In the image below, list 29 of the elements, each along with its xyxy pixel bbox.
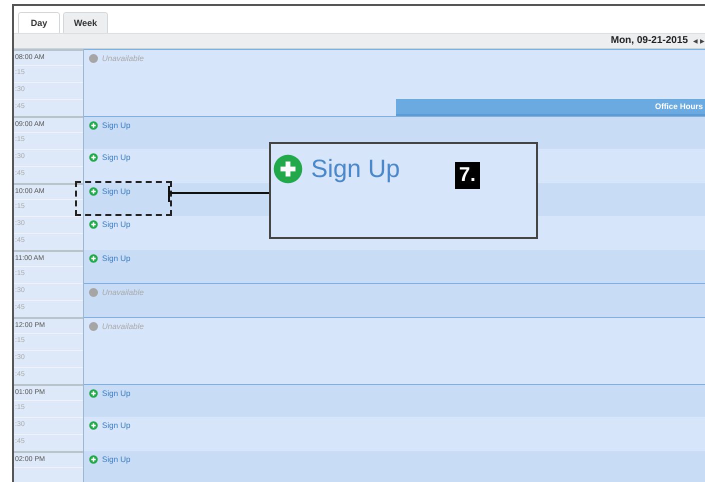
sign-up-link[interactable]: Sign Up xyxy=(102,186,130,196)
add-icon xyxy=(89,220,98,229)
sign-up-link[interactable]: Sign Up xyxy=(102,120,130,130)
add-icon xyxy=(89,153,98,162)
office-hours-bar: Office Hours xyxy=(396,98,705,116)
sign-up-link[interactable]: Sign Up xyxy=(311,154,400,184)
add-icon xyxy=(89,388,98,398)
tab[interactable]: Week xyxy=(63,12,108,34)
tab[interactable]: Day xyxy=(18,12,60,34)
add-icon xyxy=(89,254,98,262)
date-label: Mon, 09-21-2015 xyxy=(610,35,688,46)
status-dot-icon xyxy=(89,54,98,62)
sign-up-link[interactable]: Sign Up xyxy=(102,153,130,162)
unavailable-label: Unavailable xyxy=(102,54,144,62)
add-icon xyxy=(273,154,303,184)
step-badge: 7. xyxy=(454,162,480,189)
unavailable-label: Unavailable xyxy=(102,322,144,330)
add-icon xyxy=(89,454,98,464)
sign-up-link[interactable]: Sign Up xyxy=(102,388,130,398)
sign-up-link[interactable]: Sign Up xyxy=(102,220,130,229)
sign-up-link[interactable]: Sign Up xyxy=(102,421,130,430)
add-icon xyxy=(89,421,98,430)
add-icon xyxy=(89,186,98,196)
status-dot-icon xyxy=(89,322,98,330)
status-dot-icon xyxy=(89,288,98,297)
sign-up-link[interactable]: Sign Up xyxy=(102,454,130,464)
unavailable-label: Unavailable xyxy=(102,288,144,297)
add-icon xyxy=(89,120,98,130)
sign-up-link[interactable]: Sign Up xyxy=(102,254,130,262)
